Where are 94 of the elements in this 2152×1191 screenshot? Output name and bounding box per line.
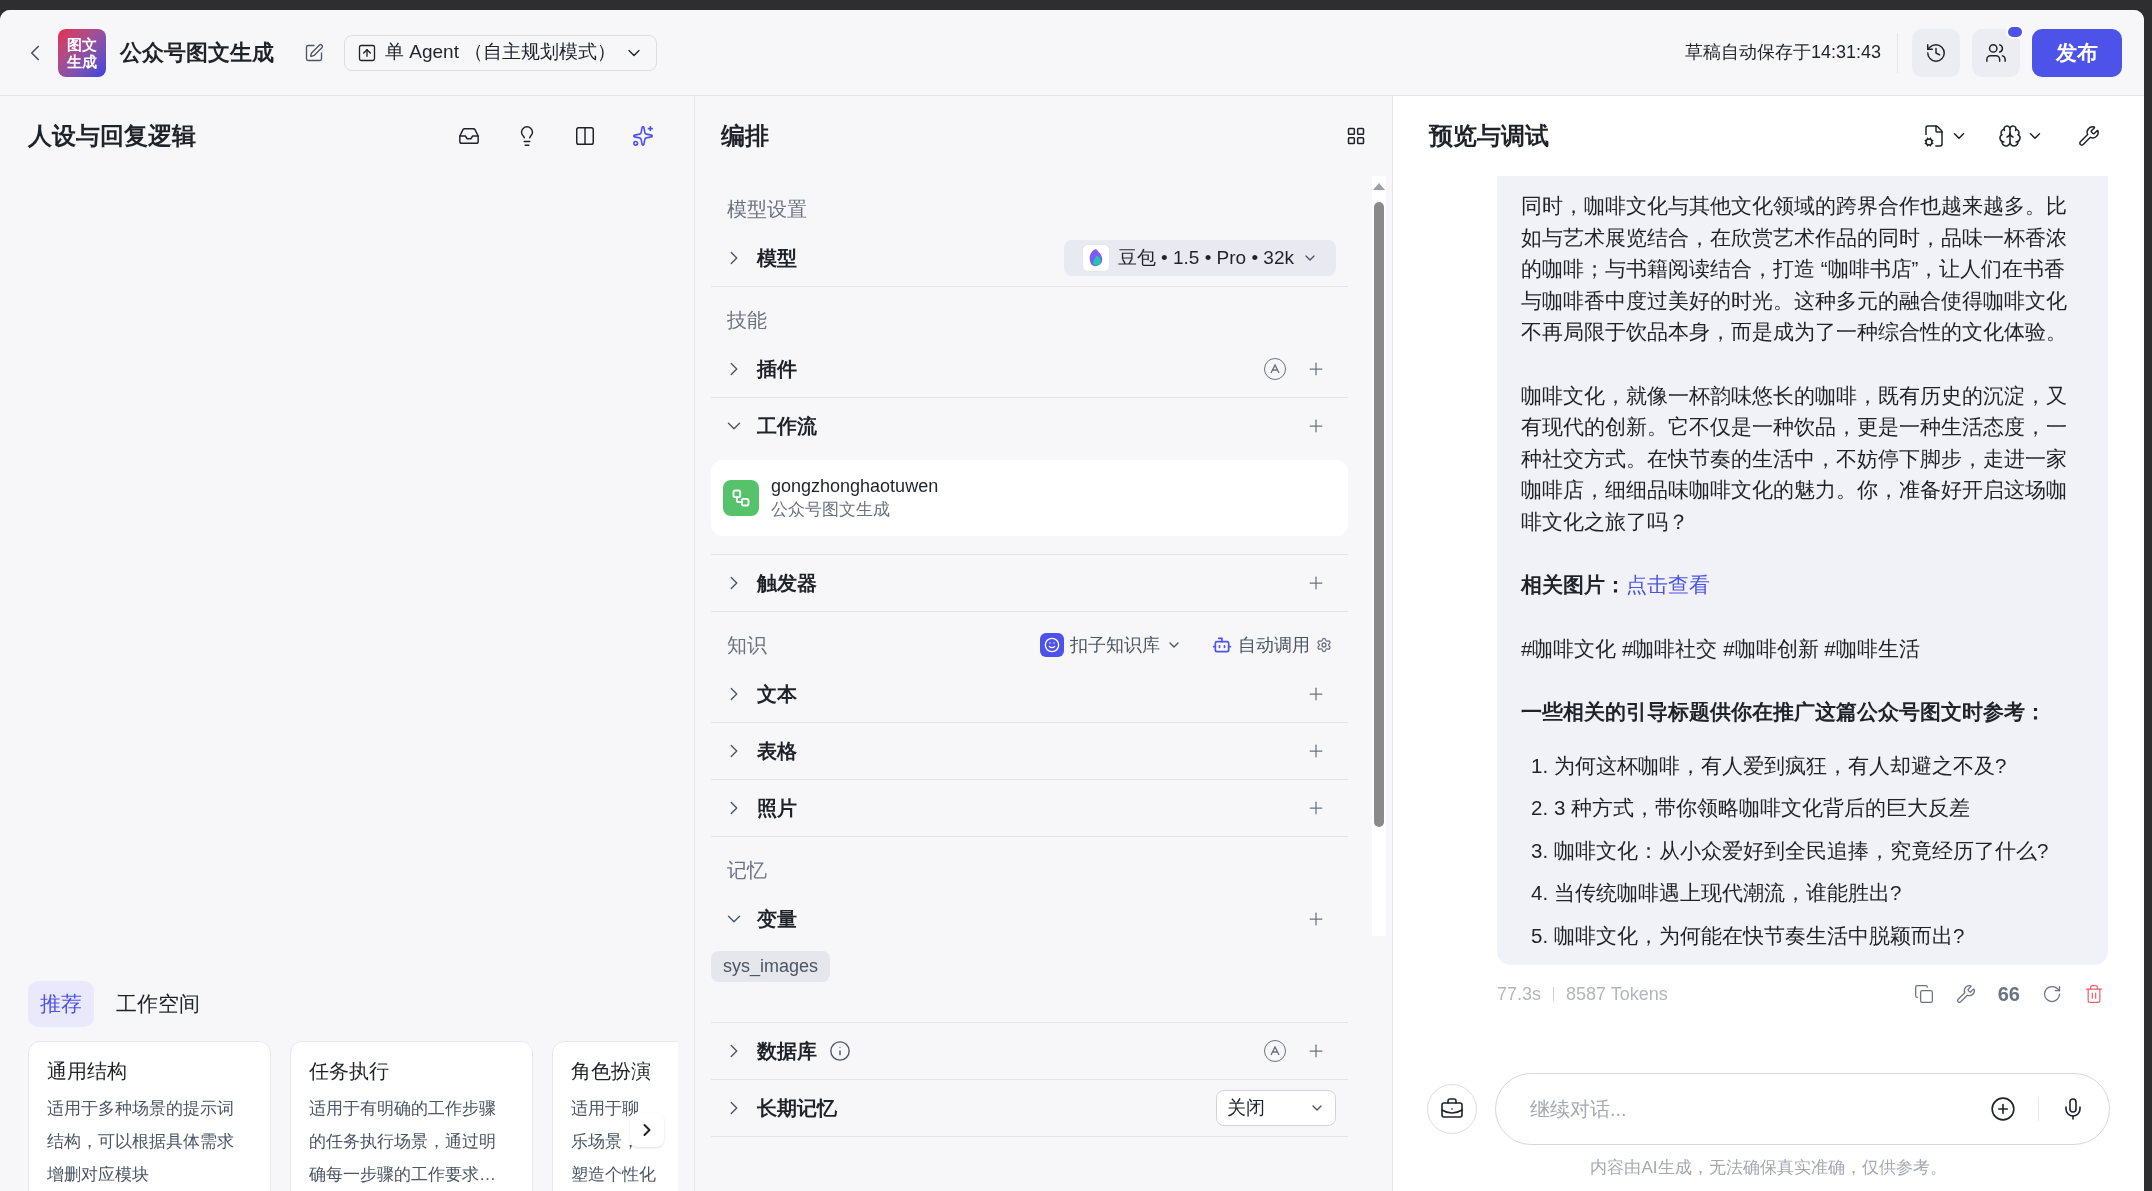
template-tab[interactable]: 推荐 [28,981,94,1027]
briefcase-button[interactable] [1427,1084,1477,1134]
template-description-line: 乐场景， [571,1131,639,1153]
section-row-label[interactable]: 长期记忆 [757,1093,837,1123]
template-description-line: 增删对应模块 [47,1164,149,1186]
message-paragraph: #咖啡文化 #咖啡社交 #咖啡创新 #咖啡生活 [1521,635,1921,662]
bot-title: 公众号图文生成 [120,39,274,67]
inbox-icon[interactable] [458,125,480,147]
section-row-label[interactable]: 工作流 [757,411,817,441]
wrench-icon[interactable] [2078,125,2100,147]
section-label: 技能 [727,308,767,333]
panel-title: 人设与回复逻辑 [28,121,196,151]
edit-icon[interactable] [304,42,324,63]
copy-icon[interactable] [1913,984,1934,1004]
model-logo-icon [1081,244,1110,272]
users-icon [1985,41,2007,64]
mode-selector[interactable]: 单 Agent （自主规划模式） [344,34,658,71]
brain-icon [1998,124,2022,148]
template-description-line: 结构，可以根据具体需求 [47,1131,234,1153]
delete-icon[interactable] [2084,984,2104,1004]
list-number: 4. [1531,880,1549,906]
template-title: 任务执行 [309,1059,390,1084]
workflow-card[interactable]: gongzhonghaotuwen 公众号图文生成 [711,460,1348,536]
document-gear-icon [1922,124,1946,148]
history-button[interactable] [1912,28,1960,77]
list-number: 5. [1531,922,1549,949]
info-icon[interactable] [829,1040,851,1062]
section-label: 记忆 [727,858,767,883]
memory-select[interactable]: 关闭 [1216,1090,1336,1126]
sparkles-icon[interactable] [632,125,654,147]
model-selector[interactable]: 豆包 • 1.5 • Pro • 32k [1063,240,1336,276]
attach-icon[interactable] [1990,1096,2016,1122]
publish-button[interactable]: 发布 [2032,28,2122,77]
related-images-label: 相关图片： [1521,573,1626,596]
template-tab[interactable]: 工作空间 [104,981,212,1027]
list-number: 3. [1531,837,1549,864]
message-heading: 一些相关的引导标题供你在推广这篇公众号图文时参考： [1521,699,2047,725]
ai-disclaimer: 内容由AI生成，无法确保真实准确，仅供参考。 [1590,1157,1947,1180]
response-duration: 77.3s [1497,982,1542,1006]
split-view-icon[interactable] [574,125,596,147]
section-label: 知识 [727,633,767,658]
list-item-text: 咖啡文化：从小众爱好到全民追捧，究竟经历了什么? [1554,837,2049,864]
history-icon [1925,41,1947,64]
knowledge-base-icon [1040,633,1064,657]
list-item-text: 为何这杯咖啡，有人爱到疯狂，有人却避之不及? [1554,752,2007,779]
section-row-label[interactable]: 变量 [757,904,797,934]
workflow-icon [723,480,759,516]
workflow-subtitle: 公众号图文生成 [771,499,891,521]
template-description-line: 适用于聊 [571,1098,639,1120]
section-row-label[interactable]: 数据库 [757,1036,817,1066]
message-paragraph: 咖啡文化，就像一杯韵味悠长的咖啡，既有历史的沉淀，又有现代的创新。它不仅是一种饮品，更是一种生活态度，一种社交方式。在快节奏的生活中，不妨停下脚步，走进一家咖啡店，细细品味咖啡文化的魅力。你，准备好开启这场咖啡文化之旅了吗？ [1521,382,2068,535]
agent-mode-icon [357,42,377,63]
section-row-label[interactable]: 插件 [757,354,797,384]
autosave-status: 草稿自动保存于14:31:43 [1684,41,1881,64]
list-item-text: 3 种方式，带你领略咖啡文化背后的巨大反差 [1554,795,1971,821]
template-card[interactable]: 角色扮演 适用于聊 乐场景， 塑造个性化 [552,1041,678,1191]
workflow-name: gongzhonghaotuwen [771,475,939,498]
grid-icon[interactable] [1346,126,1366,146]
list-item-text: 当传统咖啡遇上现代潮流，谁能胜出? [1554,880,1902,906]
template-card[interactable]: 通用结构 适用于多种场景的提示词 结构，可以根据具体需求 增删对应模块 [28,1041,271,1191]
panel-title: 编排 [721,121,769,151]
section-row-label[interactable]: 触发器 [757,568,817,598]
section-row-label[interactable]: 模型 [757,243,797,273]
section-row-label[interactable]: 表格 [757,736,797,766]
section-row-label[interactable]: 文本 [757,679,797,709]
scrollbar[interactable] [1372,176,1386,936]
knowledge-source-selector[interactable]: 扣子知识库 [1040,631,1182,659]
template-description-line: 确每一步骤的工作要求… [309,1164,496,1186]
variable-tag: sys_images [711,951,831,982]
app-logo: 图文 生成 [58,28,106,77]
section-label: 模型设置 [727,197,807,222]
quote-button[interactable]: 66 [1997,979,2020,1009]
token-count: 8587 Tokens [1566,982,1668,1006]
auto-call-setting[interactable]: 自动调用 [1212,631,1332,659]
robot-icon [1212,635,1232,655]
template-description-line: 适用于有明确的工作步骤 [309,1098,496,1120]
list-number: 2. [1531,795,1549,821]
template-description-line: 的任务执行场景，通过明 [309,1131,496,1153]
message-paragraph: 同时，咖啡文化与其他文化领域的跨界合作也越来越多。比如与艺术展览结合，在欣赏艺术作品的同时，品味一杯香浓的咖啡；与书籍阅读结合，打造 “咖啡书店”，让人们在书香与咖啡香中度过美好的时光。这种多元的融合使得咖啡文化不再局限于饮品本身，而是成为了一种综合性的文化体验。 [1521,193,2068,345]
briefcase-icon [1440,1097,1464,1121]
settings-icon [1316,637,1332,653]
message-input[interactable]: 继续对话... [1530,1094,1990,1124]
template-title: 角色扮演 [571,1059,652,1084]
list-item-text: 咖啡文化，为何能在快节奏生活中脱颖而出? [1554,922,1965,949]
template-title: 通用结构 [47,1059,128,1084]
panel-title: 预览与调试 [1429,121,1549,151]
scroll-up-arrow-icon[interactable] [1373,182,1385,190]
template-description-line: 塑造个性化 [571,1164,656,1186]
section-row-label[interactable]: 照片 [757,793,797,823]
regenerate-icon[interactable] [2042,984,2062,1004]
template-card[interactable]: 任务执行 适用于有明确的工作步骤 的任务执行场景，通过明 确每一步骤的工作要求… [290,1041,533,1191]
list-number: 1. [1531,752,1549,779]
view-link[interactable]: 点击查看 [1626,573,1710,596]
template-description-line: 适用于多种场景的提示词 [47,1098,234,1120]
